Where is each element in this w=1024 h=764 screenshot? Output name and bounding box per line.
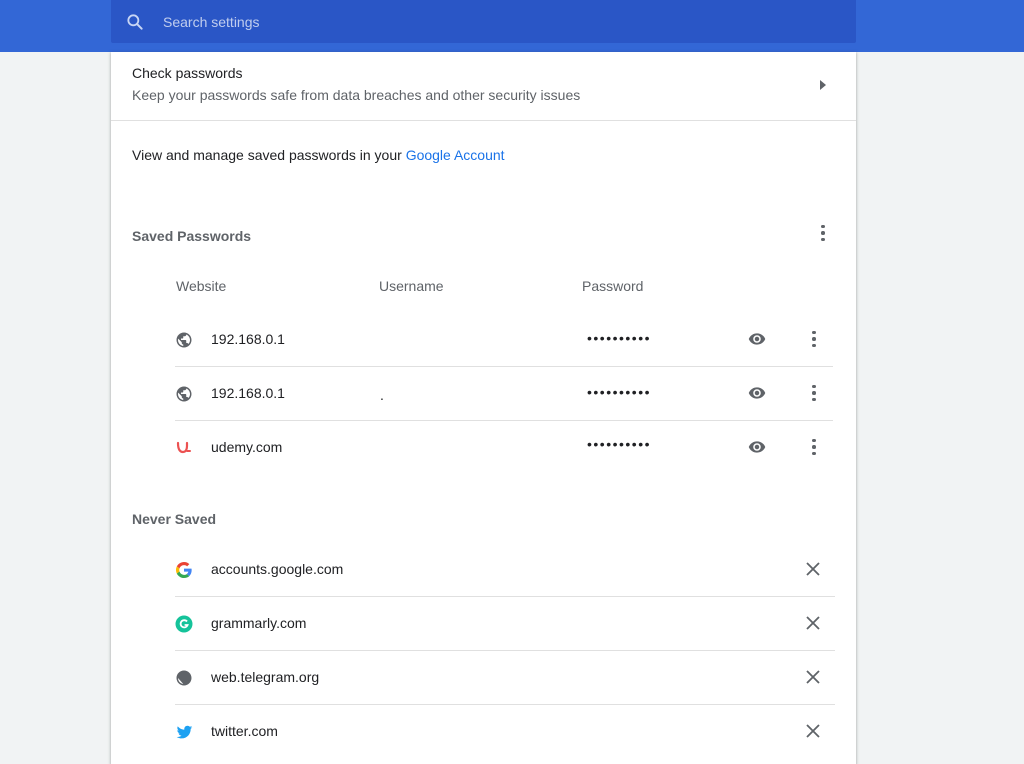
column-header-website: Website: [176, 278, 227, 294]
google-icon: [175, 561, 193, 579]
search-input[interactable]: [161, 12, 825, 31]
remove-exception-button[interactable]: [805, 615, 821, 631]
row-menu-button[interactable]: [804, 381, 824, 405]
column-header-username: Username: [379, 278, 444, 294]
google-account-link[interactable]: Google Account: [406, 147, 505, 163]
row-website: udemy.com: [211, 439, 283, 455]
passwords-card: Check passwords Keep your passwords safe…: [111, 52, 856, 764]
row-website: 192.168.0.1: [211, 331, 285, 347]
row-password: ••••••••••: [587, 330, 652, 346]
row-website: accounts.google.com: [211, 561, 344, 577]
check-passwords-title: Check passwords: [132, 65, 243, 81]
never-saved-heading: Never Saved: [132, 511, 217, 527]
never-saved-row: accounts.google.com: [175, 543, 835, 597]
saved-password-row: udemy.com ••••••••••: [175, 421, 833, 474]
saved-password-row: 192.168.0.1 ••••••••••: [175, 313, 833, 367]
header-bar: [0, 0, 1024, 52]
row-menu-button[interactable]: [804, 327, 824, 351]
row-website: 192.168.0.1: [211, 385, 285, 401]
never-saved-row: grammarly.com: [175, 597, 835, 651]
row-password: ••••••••••: [587, 384, 652, 400]
check-passwords-row[interactable]: Check passwords Keep your passwords safe…: [111, 52, 856, 121]
check-passwords-subtitle: Keep your passwords safe from data breac…: [132, 87, 581, 103]
search-icon: [127, 13, 143, 30]
globe-icon: [175, 385, 193, 403]
globe-icon: [175, 669, 193, 687]
search-bar[interactable]: [111, 0, 856, 43]
grammarly-icon: [175, 615, 193, 633]
row-username: .: [380, 387, 384, 403]
manage-text: View and manage saved passwords in your: [132, 147, 406, 163]
row-password: ••••••••••: [587, 436, 652, 452]
show-password-icon[interactable]: [746, 330, 768, 348]
manage-passwords-text: View and manage saved passwords in your …: [132, 147, 505, 163]
saved-passwords-menu-button[interactable]: [813, 221, 833, 245]
row-menu-button[interactable]: [804, 435, 824, 459]
remove-exception-button[interactable]: [805, 561, 821, 577]
row-website: grammarly.com: [211, 615, 307, 631]
show-password-icon[interactable]: [746, 438, 768, 456]
saved-passwords-heading: Saved Passwords: [132, 228, 252, 244]
never-saved-row: twitter.com: [175, 705, 835, 758]
saved-password-row: 192.168.0.1 . ••••••••••: [175, 367, 833, 421]
remove-exception-button[interactable]: [805, 669, 821, 685]
row-website: web.telegram.org: [211, 669, 320, 685]
row-website: twitter.com: [211, 723, 278, 739]
arrow-right-icon: [820, 80, 826, 90]
never-saved-row: web.telegram.org: [175, 651, 835, 705]
twitter-icon: [175, 723, 193, 741]
show-password-icon[interactable]: [746, 384, 768, 402]
globe-icon: [175, 331, 193, 349]
udemy-icon: [175, 438, 193, 456]
column-header-password: Password: [582, 278, 644, 294]
remove-exception-button[interactable]: [805, 723, 821, 739]
